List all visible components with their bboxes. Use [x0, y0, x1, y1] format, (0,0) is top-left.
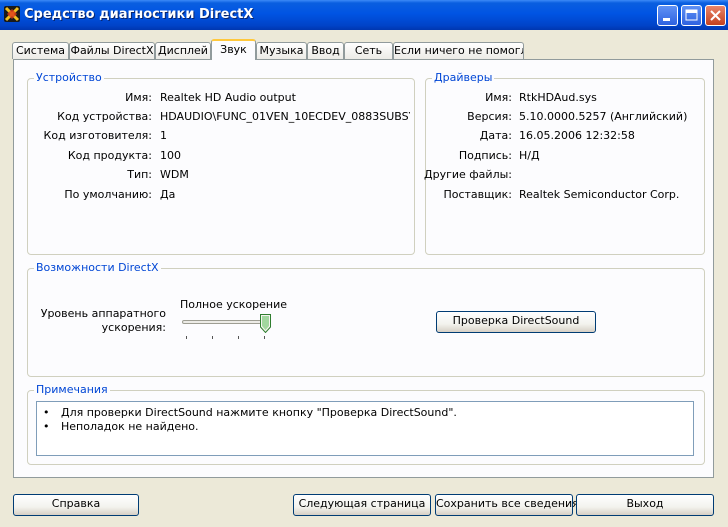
accel-slider-track — [182, 320, 270, 324]
close-button[interactable] — [705, 5, 726, 26]
tab-sound[interactable]: Звук — [211, 39, 256, 60]
minimize-icon — [663, 18, 670, 21]
directx-logo-icon — [4, 6, 20, 22]
bullet-icon: • — [43, 406, 50, 419]
slider-tick — [212, 336, 213, 339]
vendor-id-label: Код изготовителя: — [43, 129, 152, 142]
device-id-value: HDAUDIO\FUNC_01VEN_10ECDEV_0883SUBSYS_1 — [160, 110, 410, 123]
device-type-value: WDM — [160, 168, 189, 181]
window-title: Средство диагностики DirectX — [24, 7, 254, 22]
vendor-id-value: 1 — [160, 129, 167, 142]
device-type-label: Тип: — [127, 168, 152, 181]
notes-group-title: Примечания — [34, 383, 110, 396]
driver-date-value: 16.05.2006 12:32:58 — [519, 129, 635, 142]
tab-music[interactable]: Музыка — [256, 42, 307, 59]
device-name-value: Realtek HD Audio output — [160, 91, 296, 104]
device-name-label: Имя: — [125, 91, 152, 104]
drivers-group-title: Драйверы — [432, 71, 495, 84]
title-bar[interactable]: Средство диагностики DirectX — [0, 0, 728, 30]
tab-directx-files[interactable]: Файлы DirectX — [69, 42, 155, 59]
driver-name-label: Имя: — [485, 91, 512, 104]
provider-label: Поставщик: — [443, 188, 512, 201]
tab-network[interactable]: Сеть — [344, 42, 393, 59]
maximize-icon — [685, 9, 698, 21]
other-files-label: Другие файлы: — [424, 168, 512, 181]
dxdiag-window: Средство диагностики DirectX Система Фай… — [0, 0, 728, 527]
product-id-label: Код продукта: — [67, 149, 152, 162]
default-device-value: Да — [160, 188, 176, 201]
minimize-button[interactable] — [657, 5, 678, 26]
provider-value: Realtek Semiconductor Corp. — [519, 188, 680, 201]
device-id-label: Код устройства: — [57, 110, 152, 123]
driver-version-value: 5.10.0000.5257 (Английский) — [519, 110, 688, 123]
device-group-title: Устройство — [34, 71, 104, 84]
product-id-value: 100 — [160, 149, 181, 162]
slider-tick — [186, 336, 187, 339]
accel-level-value: Полное ускорение — [180, 298, 288, 311]
maximize-button[interactable] — [681, 5, 702, 26]
tab-input[interactable]: Ввод — [307, 42, 344, 59]
exit-button[interactable]: Выход — [576, 494, 714, 516]
capabilities-group-title: Возможности DirectX — [34, 261, 161, 274]
sound-tab-panel: Устройство Имя: Realtek HD Audio output … — [13, 59, 714, 478]
close-icon — [710, 10, 721, 21]
notes-textbox[interactable]: • Для проверки DirectSound нажмите кнопк… — [36, 401, 694, 456]
accel-label-line1: Уровень аппаратного — [40, 307, 166, 320]
note-text: Неполадок не найдено. — [61, 420, 199, 433]
driver-signed-value: Н/Д — [519, 149, 540, 162]
tab-troubleshoot[interactable]: Если ничего не помогло — [393, 42, 524, 59]
note-text: Для проверки DirectSound нажмите кнопку … — [61, 406, 457, 419]
accel-label-line2: ускорения: — [101, 321, 166, 334]
help-button[interactable]: Справка — [13, 494, 139, 516]
default-device-label: По умолчанию: — [64, 188, 152, 201]
driver-name-value: RtkHDAud.sys — [519, 91, 597, 104]
next-page-button[interactable]: Следующая страница — [293, 494, 431, 516]
tab-system[interactable]: Система — [12, 42, 69, 59]
driver-version-label: Версия: — [467, 110, 512, 123]
slider-tick — [264, 336, 265, 339]
driver-signed-label: Подпись: — [458, 149, 512, 162]
slider-tick — [238, 336, 239, 339]
tab-display[interactable]: Дисплей — [155, 42, 211, 59]
driver-date-label: Дата: — [479, 129, 512, 142]
accel-slider-thumb[interactable] — [260, 314, 271, 333]
save-all-info-button[interactable]: Сохранить все сведения... — [435, 494, 589, 516]
bullet-icon: • — [43, 420, 50, 433]
test-directsound-button[interactable]: Проверка DirectSound — [436, 311, 596, 333]
